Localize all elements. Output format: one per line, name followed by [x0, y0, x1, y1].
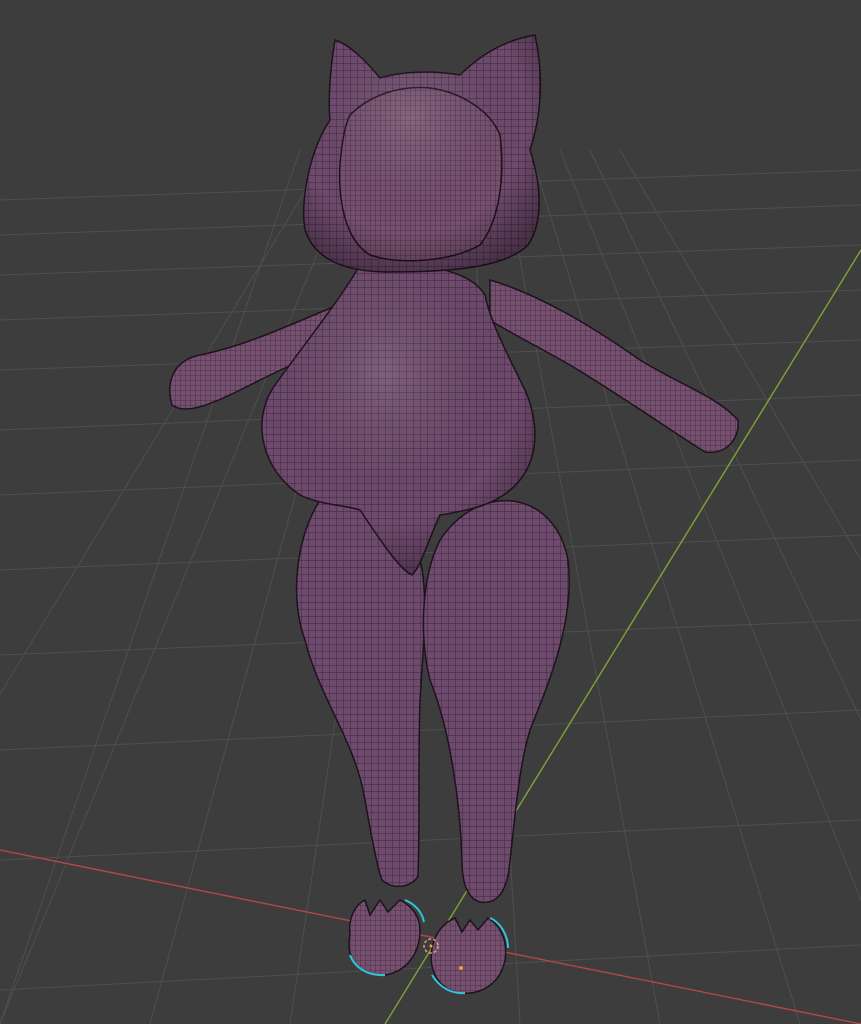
viewport-canvas[interactable] [0, 0, 861, 1024]
character-mesh[interactable] [169, 34, 739, 994]
left-slipper[interactable] [348, 898, 421, 976]
right-leg[interactable] [422, 499, 570, 904]
3d-viewport[interactable] [0, 0, 861, 1024]
object-origin-icon [459, 966, 463, 970]
x-axis-line [0, 849, 861, 1024]
hood-shading [303, 35, 541, 272]
right-slipper[interactable] [430, 917, 507, 994]
